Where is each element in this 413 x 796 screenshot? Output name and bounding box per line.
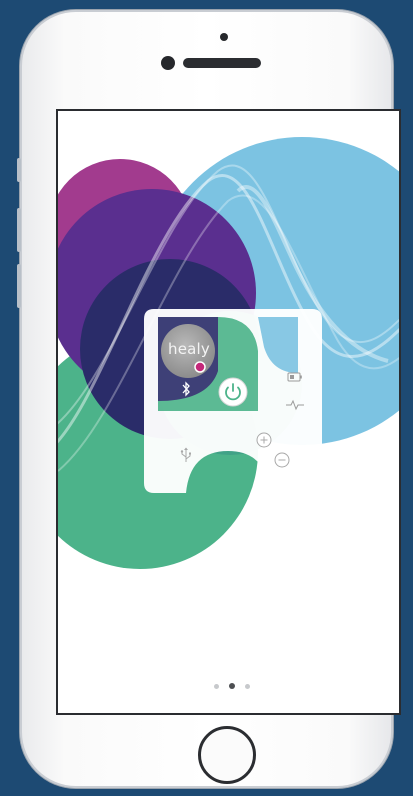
app-screen[interactable]: healy (56, 109, 401, 715)
power-button[interactable] (218, 377, 248, 407)
volume-down-button (17, 264, 21, 308)
home-button[interactable] (198, 726, 256, 784)
battery-icon (287, 372, 303, 382)
page-dot-3[interactable] (245, 683, 250, 689)
mute-switch (17, 158, 21, 182)
plus-button[interactable] (256, 432, 272, 448)
phone-frame: healy (17, 10, 401, 788)
usb-icon (178, 447, 194, 463)
front-camera (161, 56, 175, 70)
pulse-icon (286, 399, 304, 411)
page-dot-2[interactable] (229, 683, 235, 689)
page-indicator[interactable] (214, 682, 250, 690)
logo-dot (194, 361, 206, 373)
page-dot-1[interactable] (214, 683, 219, 689)
proximity-sensor (220, 33, 228, 41)
volume-up-button (17, 208, 21, 252)
minus-button[interactable] (274, 452, 290, 468)
bluetooth-icon (181, 381, 191, 397)
device-logo-text: healy (168, 340, 210, 358)
onboarding-illustration (58, 137, 399, 569)
earpiece-speaker (183, 58, 261, 68)
